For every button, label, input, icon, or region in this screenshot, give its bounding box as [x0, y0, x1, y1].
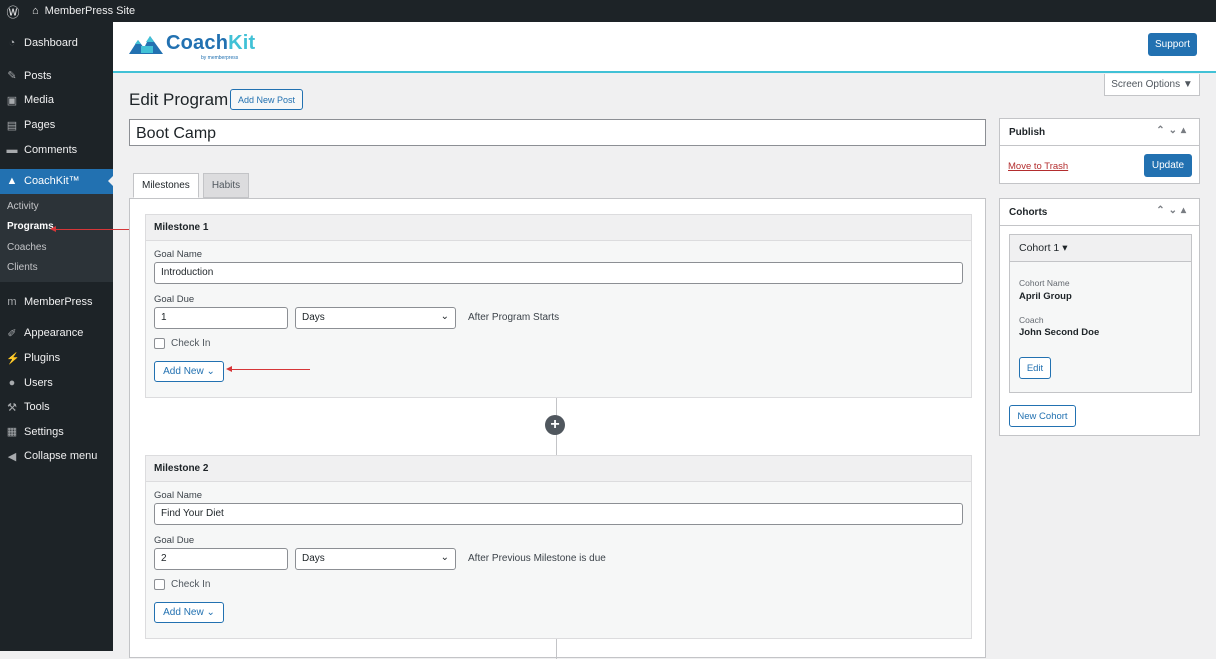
checkbox-icon[interactable]	[154, 338, 165, 349]
goal-name-label: Goal Name	[154, 249, 203, 260]
admin-sidebar: ◔ Dashboard ✎ Posts ▣ Media ▤ Pages ▬ Comment…	[0, 22, 113, 651]
sidebar-item-users[interactable]: ● Users	[0, 370, 113, 395]
submenu-coaches[interactable]: Coaches	[0, 238, 113, 259]
plug-icon: ⚡	[6, 352, 20, 365]
post-title-input[interactable]: Boot Camp	[129, 119, 986, 146]
goal-name-input[interactable]: Find Your Diet	[154, 503, 963, 525]
sidebar-item-posts[interactable]: ✎ Posts	[0, 64, 113, 89]
goal-due-unit-select[interactable]: Days ⌄	[295, 548, 456, 570]
sidebar-item-coachkit[interactable]: ▲ CoachKit™	[0, 168, 113, 194]
goal-name-label: Goal Name	[154, 490, 203, 501]
sidebar-item-media[interactable]: ▣ Media	[0, 88, 113, 113]
sidebar-item-plugins[interactable]: ⚡ Plugins	[0, 346, 113, 371]
coachkit-header: CoachKit by memberpress Support	[113, 22, 1216, 73]
cohorts-box: Cohorts ⌃⌄▴ Cohort 1 ▾ Cohort Name April …	[999, 198, 1200, 436]
cohort-card: Cohort 1 ▾ Cohort Name April Group Coach…	[1009, 234, 1192, 393]
memberpress-icon: m	[7, 295, 17, 308]
media-icon: ▣	[6, 94, 18, 107]
goal-name-input[interactable]: Introduction	[154, 262, 963, 284]
goal-due-unit-select[interactable]: Days ⌄	[295, 307, 456, 329]
tab-milestones[interactable]: Milestones	[133, 173, 199, 198]
screen-options-button[interactable]: Screen Options ▼	[1104, 74, 1200, 96]
goal-due-label: Goal Due	[154, 294, 195, 305]
cohorts-box-title: Cohorts ⌃⌄▴	[1000, 199, 1199, 226]
add-new-dropdown-button[interactable]: Add New ⌄	[154, 361, 224, 382]
coachkit-icon: ▲	[6, 175, 18, 188]
wordpress-logo-icon[interactable]: Ⓦ	[2, 2, 24, 21]
program-tabs: Milestones Habits	[133, 173, 253, 198]
milestone-connector	[556, 639, 557, 659]
milestone-card: Milestone 2 Goal Name Find Your Diet Goa…	[145, 455, 972, 639]
tab-habits[interactable]: Habits	[202, 173, 250, 198]
submenu-activity[interactable]: Activity	[0, 197, 113, 218]
goal-due-after-text: After Previous Milestone is due	[468, 553, 606, 564]
sidebar-item-tools[interactable]: ⚒ Tools	[0, 395, 113, 420]
site-name-link[interactable]: MemberPress Site	[45, 5, 135, 17]
submenu-programs[interactable]: Programs	[0, 217, 113, 238]
new-cohort-button[interactable]: New Cohort	[1009, 405, 1076, 427]
comment-icon: ▬	[6, 143, 18, 156]
mountain-logo-icon	[129, 35, 163, 54]
box-controls-icon[interactable]: ⌃⌄▴	[1156, 125, 1190, 136]
annotation-arrow-add-new	[226, 366, 310, 372]
collapse-icon: ◀	[7, 450, 17, 463]
submenu-clients[interactable]: Clients	[0, 258, 113, 279]
chevron-down-icon: ⌄	[206, 607, 215, 618]
move-to-trash-link[interactable]: Move to Trash	[1008, 161, 1068, 172]
dashboard-icon: ◔	[8, 37, 16, 50]
settings-icon: ▦	[6, 426, 18, 439]
checkin-checkbox[interactable]: Check In	[154, 338, 210, 349]
chevron-down-icon: ⌄	[440, 552, 449, 563]
sidebar-item-memberpress[interactable]: m MemberPress	[0, 290, 113, 315]
goal-due-label: Goal Due	[154, 535, 195, 546]
page-title: Edit Program	[129, 90, 229, 109]
publish-box: Publish ⌃⌄▴ Move to Trash Update	[999, 118, 1200, 184]
admin-bar: Ⓦ ⌂ MemberPress Site	[0, 0, 1216, 22]
cohort-card-title[interactable]: Cohort 1 ▾	[1010, 235, 1191, 262]
checkbox-icon[interactable]	[154, 579, 165, 590]
cohort-name-label: Cohort Name	[1019, 278, 1070, 288]
goal-due-input[interactable]: 1	[154, 307, 288, 329]
milestone-title[interactable]: Milestone 2	[146, 456, 971, 482]
logo-wordmark: CoachKit	[166, 32, 256, 54]
add-new-post-button[interactable]: Add New Post	[230, 89, 303, 110]
pin-icon: ✎	[7, 70, 17, 83]
user-icon: ●	[8, 376, 16, 389]
coachkit-logo: CoachKit by memberpress	[129, 32, 256, 61]
chevron-down-icon: ⌄	[440, 311, 449, 322]
logo-byline: by memberpress	[201, 55, 239, 61]
checkin-checkbox[interactable]: Check In	[154, 579, 210, 590]
sidebar-item-pages[interactable]: ▤ Pages	[0, 113, 113, 138]
milestone-title[interactable]: Milestone 1	[146, 215, 971, 241]
milestone-card: Milestone 1 Goal Name Introduction Goal …	[145, 214, 972, 398]
sidebar-item-appearance[interactable]: ✐ Appearance	[0, 321, 113, 346]
annotation-arrow-programs	[50, 226, 138, 232]
sidebar-item-settings[interactable]: ▦ Settings	[0, 420, 113, 445]
pages-icon: ▤	[6, 119, 18, 132]
collapse-menu-button[interactable]: ◀ Collapse menu	[0, 444, 113, 469]
chevron-down-icon: ⌄	[206, 366, 215, 377]
goal-due-after-text: After Program Starts	[468, 312, 560, 323]
goal-due-input[interactable]: 2	[154, 548, 288, 570]
support-button[interactable]: Support	[1148, 33, 1197, 56]
sidebar-item-dashboard[interactable]: ◔ Dashboard	[0, 31, 113, 56]
coach-label: Coach	[1019, 315, 1044, 325]
add-new-dropdown-button[interactable]: Add New ⌄	[154, 602, 224, 623]
update-button[interactable]: Update	[1144, 154, 1192, 177]
cohort-edit-button[interactable]: Edit	[1019, 357, 1051, 379]
sidebar-item-comments[interactable]: ▬ Comments	[0, 137, 113, 162]
brush-icon: ✐	[7, 327, 17, 340]
box-controls-icon[interactable]: ⌃⌄▴	[1156, 205, 1190, 216]
publish-box-title: Publish ⌃⌄▴	[1000, 119, 1199, 146]
add-milestone-plus-icon[interactable]: +	[545, 415, 565, 435]
home-icon[interactable]: ⌂	[32, 5, 39, 17]
wrench-icon: ⚒	[7, 401, 17, 414]
coachkit-submenu: Activity Programs Coaches Clients	[0, 193, 113, 282]
coach-value: John Second Doe	[1019, 327, 1100, 338]
cohort-name-value: April Group	[1019, 291, 1072, 302]
